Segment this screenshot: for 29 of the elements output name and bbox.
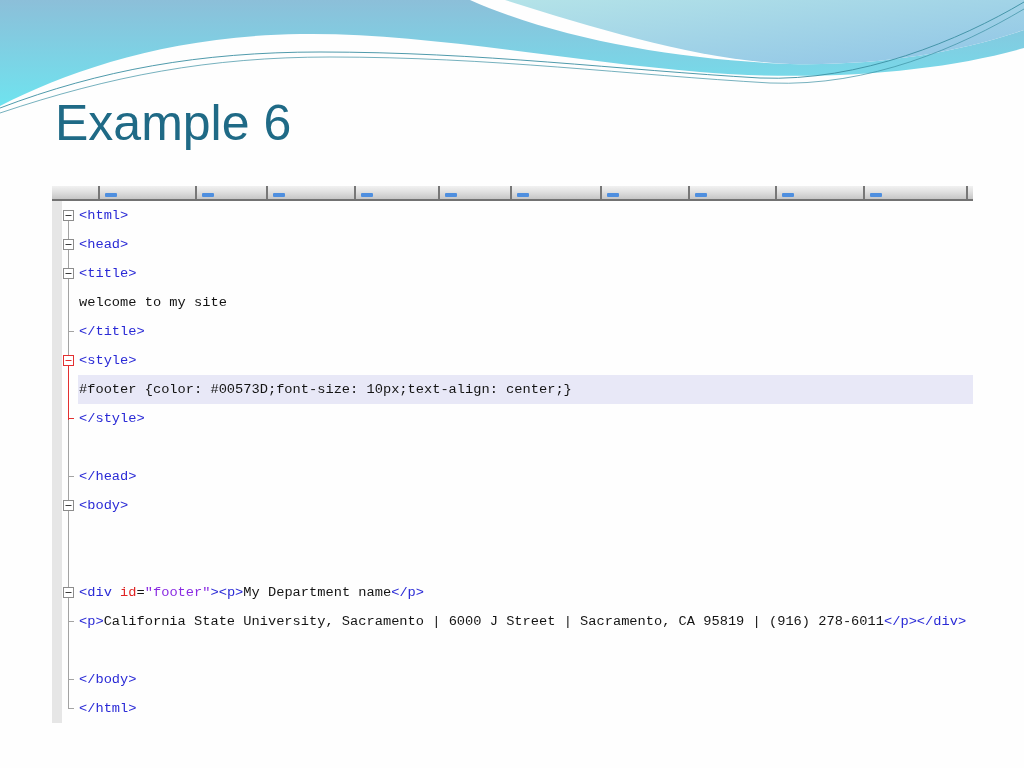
minus-box-icon[interactable] (63, 239, 74, 250)
minus-box-icon[interactable] (63, 268, 74, 279)
code-line: <title> (78, 265, 138, 283)
tab-icon (202, 193, 214, 197)
code-line: </title> (78, 323, 146, 341)
code-line: <style> (78, 352, 138, 370)
code-line: welcome to my site (78, 294, 228, 312)
code-line: <html> (78, 207, 130, 225)
minus-box-icon[interactable] (63, 500, 74, 511)
code-line: </style> (78, 410, 146, 428)
tab-icon (273, 193, 285, 197)
tab-icon (105, 193, 117, 197)
tab-icon (445, 193, 457, 197)
code-line: <head> (78, 236, 130, 254)
code-line: </head> (78, 468, 138, 486)
code-line: <p>California State University, Sacramento | 6000 J Street | Sacramento, CA 95819 | (916) 278-6011</p></div> (78, 613, 968, 631)
tab-icon (695, 193, 707, 197)
tab-icon (517, 193, 529, 197)
code-line: </html> (78, 700, 138, 718)
code-line: <div id="footer"><p>My Department name</p> (78, 584, 426, 602)
tab-icon (607, 193, 619, 197)
tab-icon (870, 193, 882, 197)
minus-box-icon[interactable] (63, 587, 74, 598)
minus-box-icon[interactable] (63, 210, 74, 221)
code-line: </body> (78, 671, 138, 689)
slide-title: Example 6 (55, 98, 292, 148)
tab-icon (361, 193, 373, 197)
tab-icon (782, 193, 794, 197)
code-line: <body> (78, 497, 130, 515)
